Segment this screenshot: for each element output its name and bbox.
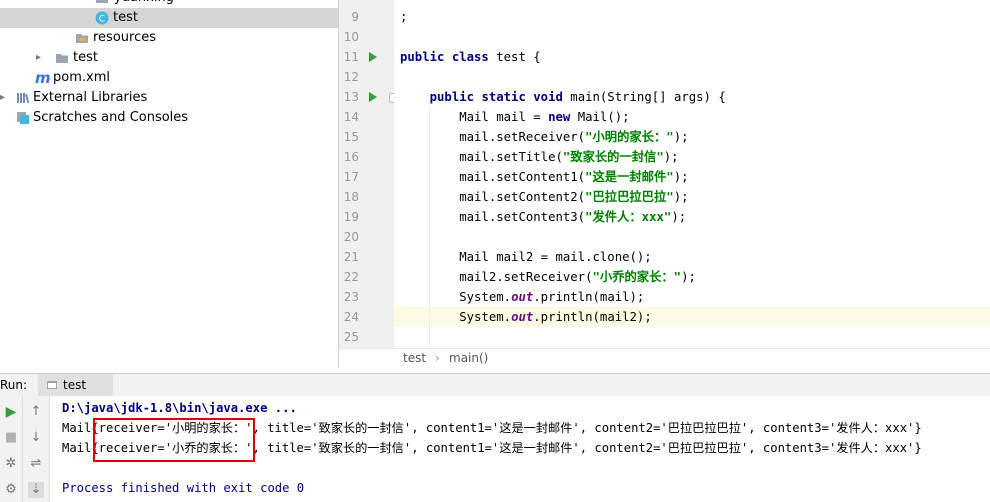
line-number: 12: [343, 70, 359, 84]
svg-text:C: C: [99, 15, 105, 25]
maven-icon: m: [35, 69, 51, 87]
console-exit-message: Process finished with exit code 0: [62, 481, 305, 495]
run-toolwindow-header: Run: test: [0, 373, 990, 396]
breadcrumb: test › main(): [339, 348, 990, 369]
tree-item-label: test: [73, 50, 98, 65]
rerun-icon[interactable]: ▶: [3, 404, 19, 420]
breadcrumb-separator: ›: [435, 351, 440, 365]
tree-item-pom[interactable]: m pom.xml: [0, 68, 338, 88]
editor-gutter[interactable]: 9 10 11 12 13 14 15 16 17 18 19 20 21 22…: [339, 0, 399, 348]
line-number: 14: [343, 110, 359, 124]
line-number: 10: [343, 30, 359, 44]
code-line: mail.setReceiver("小明的家长：");: [400, 130, 689, 144]
chevron-right-icon[interactable]: ▸: [0, 88, 5, 108]
line-number: 13: [343, 90, 359, 104]
tree-item-yuanxing[interactable]: ▾ yuanxing: [0, 0, 338, 8]
line-number: 22: [343, 270, 359, 284]
annotation-highlight-box: [93, 418, 255, 462]
code-line: Mail mail = new Mail();: [400, 110, 630, 124]
code-line: ;: [400, 10, 408, 24]
arrow-up-icon[interactable]: ↑: [28, 404, 44, 420]
settings-icon[interactable]: ⚙: [3, 482, 19, 498]
console-command-line: D:\java\jdk-1.8\bin\java.exe ...: [62, 401, 297, 415]
breadcrumb-method[interactable]: main(): [449, 351, 488, 365]
line-number: 24: [343, 310, 359, 324]
line-number: 23: [343, 290, 359, 304]
line-number: 17: [343, 170, 359, 184]
line-number: 16: [343, 150, 359, 164]
dump-threads-icon[interactable]: ✲: [3, 456, 19, 472]
run-config-icon: [47, 381, 57, 389]
tree-item-label: External Libraries: [33, 90, 148, 105]
line-number: 11: [343, 50, 359, 64]
line-number: 20: [343, 230, 359, 244]
tree-item-label: Scratches and Consoles: [33, 110, 189, 125]
tree-item-scratches[interactable]: Scratches and Consoles: [0, 108, 338, 128]
code-line: public class test {: [400, 50, 541, 64]
chevron-down-icon[interactable]: ▾: [76, 0, 81, 8]
tree-item-label: pom.xml: [53, 70, 110, 85]
run-class-icon[interactable]: [369, 52, 377, 62]
code-line: mail.setTitle("致家长的一封信");: [400, 150, 679, 164]
resources-folder-icon: [76, 34, 88, 43]
tree-item-external-libraries[interactable]: ▸ External Libraries: [0, 88, 338, 108]
code-line: mail2.setReceiver("小乔的家长：");: [400, 270, 696, 284]
line-number: 9: [351, 10, 359, 24]
run-tab[interactable]: test: [38, 374, 113, 396]
arrow-down-icon[interactable]: ↓: [28, 430, 44, 446]
class-icon: C: [95, 11, 109, 25]
code-editor[interactable]: ; public class test { public static void…: [394, 0, 990, 348]
line-number: 15: [343, 130, 359, 144]
tree-item-label: yuanxing: [114, 0, 174, 8]
chevron-right-icon[interactable]: ▸: [36, 48, 41, 68]
code-line: public static void main(String[] args) {: [429, 90, 726, 104]
tree-item-label: resources: [93, 30, 157, 45]
folder-icon: [96, 0, 108, 3]
console-toolbar: ↑ ↓ ⇌ ⇣: [23, 396, 50, 502]
code-line: System.out.println(mail2);: [400, 310, 652, 324]
tree-item-label: test: [113, 10, 138, 25]
run-title: Run:: [0, 378, 28, 392]
code-line: System.out.println(mail);: [400, 290, 645, 304]
run-toolbar: ▶ ■ ✲ ⚙: [0, 396, 23, 502]
libraries-icon: [17, 93, 30, 104]
soft-wrap-icon[interactable]: ⇌: [28, 456, 44, 472]
code-line: mail.setContent3("发件人：xxx");: [400, 210, 687, 224]
tree-item-test-folder[interactable]: ▸ test: [0, 48, 338, 68]
line-number: 25: [343, 330, 359, 344]
tree-item-test-class[interactable]: C test: [0, 8, 338, 28]
run-main-icon[interactable]: [369, 92, 377, 102]
scratches-icon: [17, 112, 29, 124]
line-number: 19: [343, 210, 359, 224]
code-line: Mail mail2 = mail.clone();: [400, 250, 652, 264]
code-line: mail.setContent1("这是一封邮件");: [400, 170, 689, 184]
line-number: 18: [343, 190, 359, 204]
run-tab-label: test: [63, 378, 87, 392]
breadcrumb-class[interactable]: test: [403, 351, 426, 365]
code-line: mail.setContent2("巴拉巴拉巴拉");: [400, 190, 689, 204]
scroll-to-end-icon[interactable]: ⇣: [28, 482, 44, 498]
tree-item-resources[interactable]: resources: [0, 28, 338, 48]
line-number: 21: [343, 250, 359, 264]
folder-icon: [56, 54, 68, 63]
stop-icon[interactable]: ■: [3, 430, 19, 446]
project-tree: ▾ yuanxing C test resources ▸ test m pom…: [0, 0, 338, 368]
